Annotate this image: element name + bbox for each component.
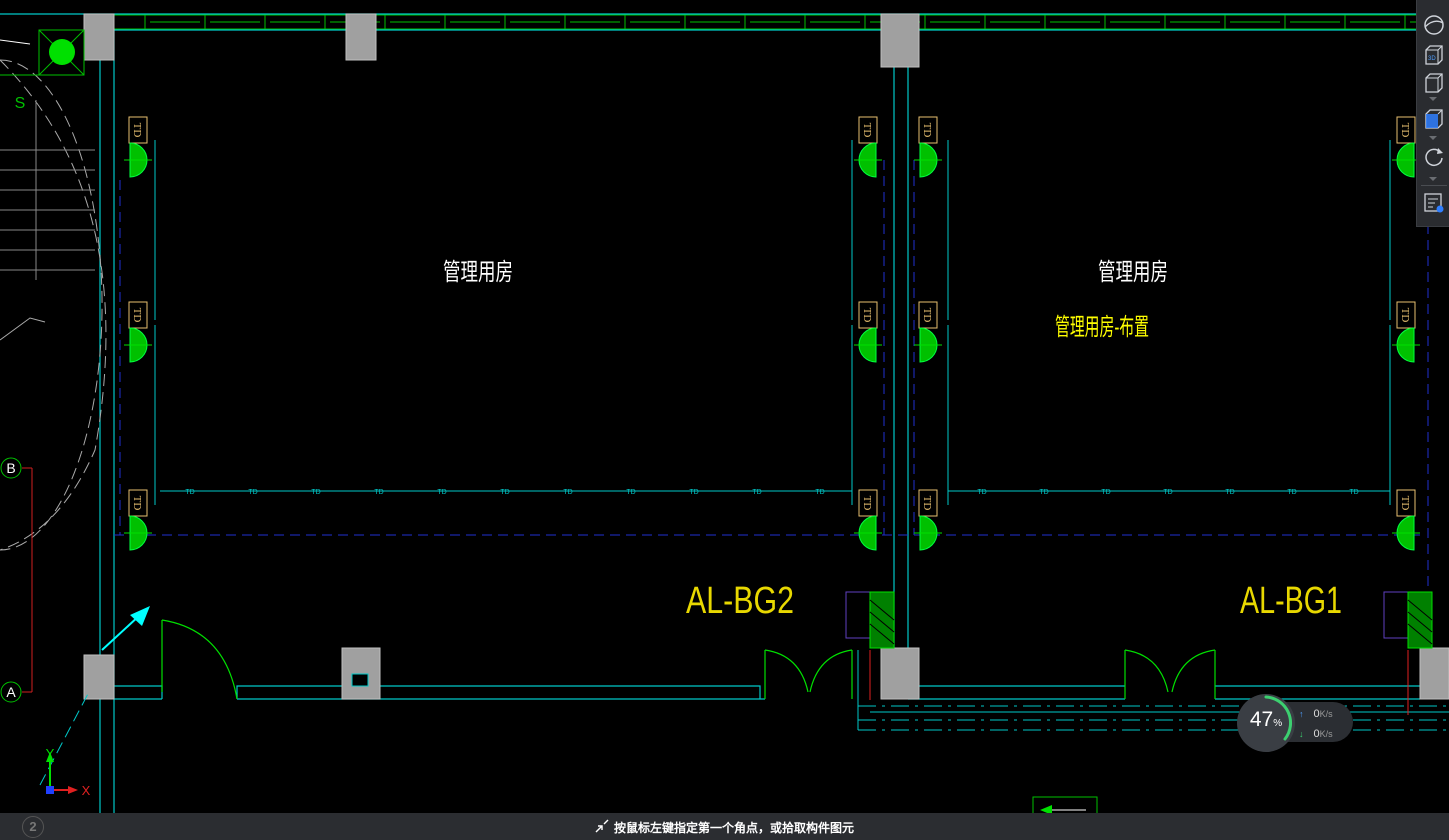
svg-text:3D: 3D <box>1428 56 1436 62</box>
stair-light-icon <box>49 39 75 65</box>
download-arrow-icon: ↓ <box>1299 729 1304 739</box>
cad-canvas[interactable]: TD TD TD TD TD TD TD TD TD TD TD TD TD TD TD TD TD TD <box>0 0 1449 840</box>
fixture-tag-7: TD <box>921 308 933 323</box>
room-label-left: 管理用房 <box>443 259 513 286</box>
wire-tag: TD <box>563 489 572 496</box>
fixture-tag-6: TD <box>921 123 933 138</box>
toolbar-divider <box>1421 185 1447 186</box>
layout-tab[interactable]: 2 <box>22 816 44 838</box>
download-speed: ↓ 0K/s <box>1299 728 1333 740</box>
layout-label: 管理用房-布置 <box>1055 314 1149 341</box>
wire-tag: TD <box>977 489 986 496</box>
fixture-tag-0: TD <box>131 123 143 138</box>
upload-speed: ↑ 0K/s <box>1299 708 1333 720</box>
download-unit: K/s <box>1319 729 1333 739</box>
cube-view-dropdown-icon[interactable] <box>1429 136 1437 140</box>
pick-corner-icon <box>595 819 609 833</box>
command-status-bar: 2 按鼠标左键指定第一个角点，或拾取构件图元 <box>0 813 1449 840</box>
grid-axis-b: B <box>6 460 15 476</box>
wire-tag: TD <box>626 489 635 496</box>
fixture-tag-11: TD <box>1399 496 1411 511</box>
panel-label-al-bg1: AL-BG1 <box>1240 580 1342 622</box>
view-toolbar: 3D <box>1416 0 1449 227</box>
wire-tag: TD <box>374 489 383 496</box>
fixture-tag-9: TD <box>1399 123 1411 138</box>
cube-view-icon[interactable] <box>1421 106 1447 132</box>
wire-tag: TD <box>248 489 257 496</box>
column-notch <box>351 673 369 687</box>
network-monitor[interactable]: ↑ 0K/s ↓ 0K/s 47% <box>1237 694 1355 752</box>
fixture-tag-2: TD <box>131 496 143 511</box>
orbit-icon[interactable] <box>1421 145 1447 171</box>
properties-icon[interactable] <box>1421 190 1447 216</box>
wire-tag: TD <box>815 489 824 496</box>
room-label-right: 管理用房 <box>1098 259 1168 286</box>
sphere-view-icon[interactable] <box>1421 12 1447 38</box>
wire-tag: TD <box>1349 489 1358 496</box>
orbit-dropdown-icon[interactable] <box>1429 177 1437 181</box>
wire-tag: TD <box>752 489 761 496</box>
wire-tag: TD <box>689 489 698 496</box>
upload-arrow-icon: ↑ <box>1299 709 1304 719</box>
memory-gauge: 47% <box>1237 694 1295 752</box>
wire-tag: TD <box>1287 489 1296 496</box>
stair-mark: S <box>15 95 26 112</box>
memory-percent: 47% <box>1249 708 1283 731</box>
ucs-y-label: Y <box>46 746 55 761</box>
wire-tag: TD <box>1039 489 1048 496</box>
wire-tag: TD <box>1101 489 1110 496</box>
grid-axis-a: A <box>6 684 16 700</box>
box-view-icon[interactable] <box>1421 70 1447 96</box>
wire-tag: TD <box>185 489 194 496</box>
wire-tag: TD <box>1225 489 1234 496</box>
wire-tag: TD <box>500 489 509 496</box>
wire-tag: TD <box>1163 489 1172 496</box>
fixture-tag-1: TD <box>131 308 143 323</box>
fixture-tag-3: TD <box>861 123 873 138</box>
3d-view-icon[interactable]: 3D <box>1421 42 1447 68</box>
fixture-tag-10: TD <box>1399 308 1411 323</box>
wire-tag: TD <box>437 489 446 496</box>
fixture-tag-8: TD <box>921 496 933 511</box>
command-prompt: 按鼠标左键指定第一个角点，或拾取构件图元 <box>614 821 855 835</box>
fixture-tag-5: TD <box>861 496 873 511</box>
panel-label-al-bg2: AL-BG2 <box>686 580 794 622</box>
ucs-x-label: X <box>82 783 91 798</box>
box-view-dropdown-icon[interactable] <box>1429 97 1437 101</box>
fixture-tag-4: TD <box>861 308 873 323</box>
upload-unit: K/s <box>1319 709 1333 719</box>
wire-tag: TD <box>311 489 320 496</box>
